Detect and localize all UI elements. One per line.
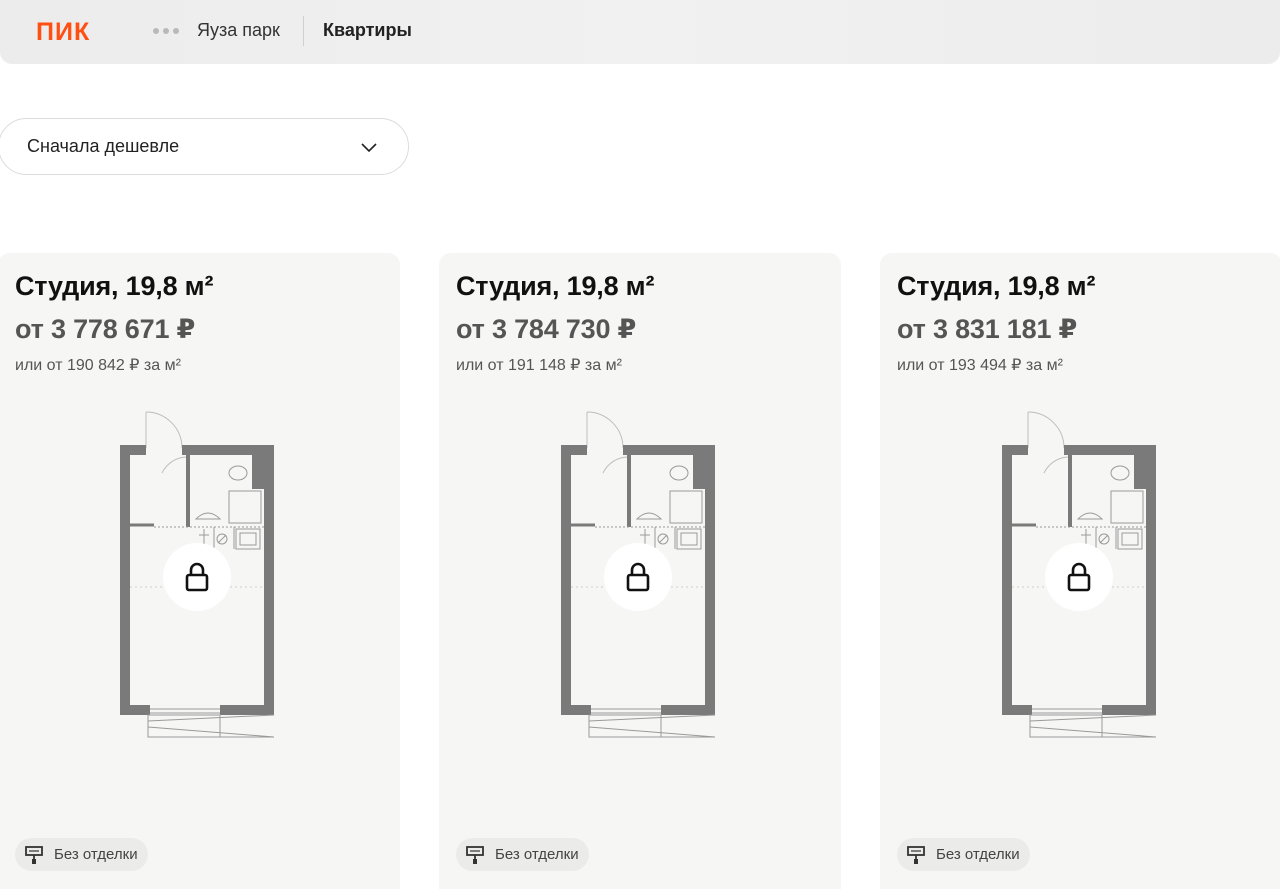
chevron-down-icon [361,143,377,153]
breadcrumb-project[interactable]: Яуза парк [197,20,280,41]
card-price-per-m2: или от 191 148 ₽ за м² [456,357,622,374]
finish-badge: Без отделки [456,838,589,871]
lock-icon [1067,562,1091,592]
breadcrumb-current: Квартиры [323,20,412,40]
finish-badge-label: Без отделки [54,846,138,863]
lock-badge[interactable] [163,543,231,611]
card-price: от 3 778 671 ₽ [15,314,196,344]
finish-badge-label: Без отделки [495,846,579,863]
card-price-per-m2: или от 190 842 ₽ за м² [15,357,181,374]
apartment-card[interactable]: Студия, 19,8 м² от 3 784 730 ₽ или от 19… [439,253,841,889]
card-price: от 3 784 730 ₽ [456,314,637,344]
breadcrumb-divider [303,16,304,46]
card-title: Студия, 19,8 м² [456,271,655,301]
sort-dropdown-label: Сначала дешевле [27,136,180,156]
card-title: Студия, 19,8 м² [897,271,1096,301]
lock-badge[interactable] [1045,543,1113,611]
apartment-card[interactable]: Студия, 19,8 м² от 3 831 181 ₽ или от 19… [880,253,1280,889]
lock-badge[interactable] [604,543,672,611]
top-header: ПИК Яуза парк Квартиры [0,0,1280,64]
card-price: от 3 831 181 ₽ [897,314,1078,344]
lock-icon [626,562,650,592]
paint-roller-icon [25,845,43,864]
pik-logo[interactable]: ПИК [36,18,90,47]
paint-roller-icon [466,845,484,864]
finish-badge-label: Без отделки [936,846,1020,863]
card-title: Студия, 19,8 м² [15,271,214,301]
paint-roller-icon [907,845,925,864]
more-dots-icon[interactable] [153,28,179,34]
finish-badge: Без отделки [897,838,1030,871]
card-price-per-m2: или от 193 494 ₽ за м² [897,357,1063,374]
lock-icon [185,562,209,592]
finish-badge: Без отделки [15,838,148,871]
apartment-card[interactable]: Студия, 19,8 м² от 3 778 671 ₽ или от 19… [0,253,400,889]
sort-dropdown[interactable]: Сначала дешевле [0,118,409,175]
